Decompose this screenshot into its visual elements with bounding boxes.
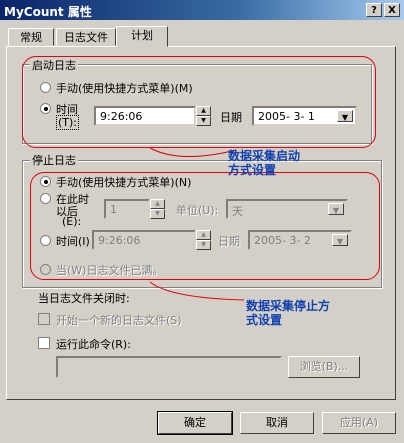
stop-annotation-text-2: 式设置	[246, 313, 283, 327]
tab-schedule[interactable]: 计划	[116, 26, 168, 47]
start-annotation-text-1: 数据采集启动	[228, 149, 301, 163]
cancel-button[interactable]: 取消	[240, 412, 314, 434]
stop-leader-line	[149, 281, 245, 301]
annotation-leaders	[149, 147, 245, 301]
start-annotation-text-2: 方式设置	[228, 163, 277, 177]
ok-button[interactable]: 确定	[157, 411, 233, 435]
start-leader-line	[149, 147, 237, 157]
apply-button[interactable]: 应用(A)	[322, 412, 396, 434]
stop-annotation-text-1: 数据采集停止方	[246, 299, 331, 313]
